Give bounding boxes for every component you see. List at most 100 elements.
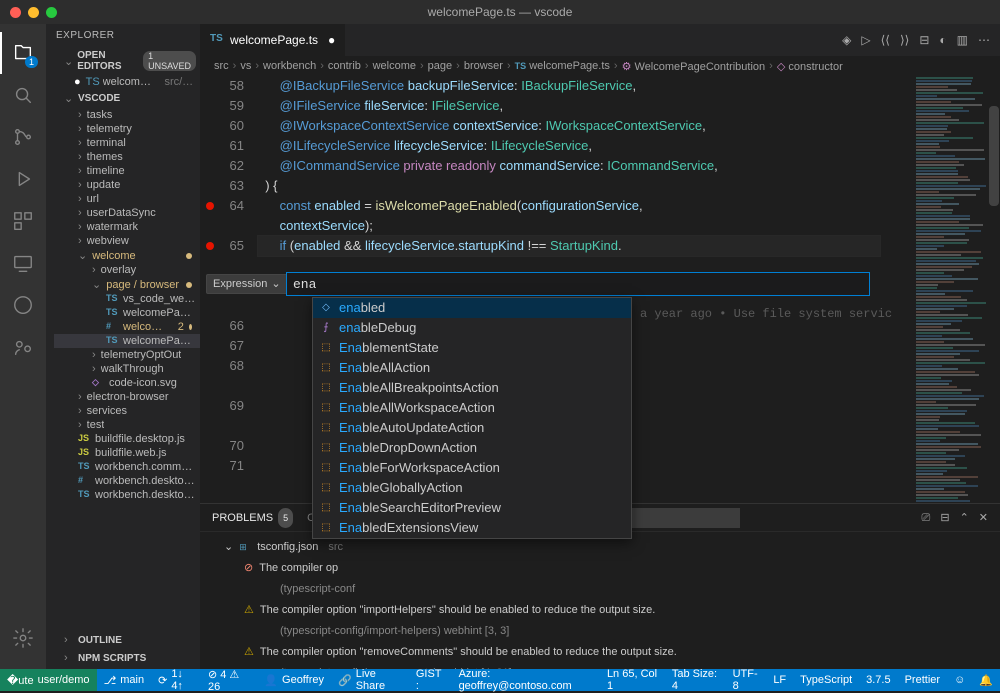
prettier-status[interactable]: Prettier bbox=[898, 669, 947, 691]
debug-expression-dropdown[interactable]: Expression ⌄ bbox=[206, 274, 288, 294]
folder-item[interactable]: update bbox=[54, 178, 200, 192]
close-window[interactable] bbox=[10, 7, 21, 18]
compare-icon[interactable]: ◈ bbox=[842, 33, 851, 47]
liveshare-status[interactable]: 🔗 Live Share bbox=[331, 669, 409, 691]
breadcrumb-item[interactable]: ◇ constructor bbox=[777, 60, 843, 73]
file-item[interactable]: TSwelcomePage.ts bbox=[54, 334, 200, 348]
file-item[interactable]: JSbuildfile.desktop.js bbox=[54, 432, 200, 446]
toggle-icon[interactable]: ◐ bbox=[939, 33, 946, 47]
folder-item[interactable]: welcome bbox=[54, 248, 200, 263]
zoom-window[interactable] bbox=[46, 7, 57, 18]
breadcrumb-item[interactable]: page bbox=[428, 60, 452, 72]
search-icon[interactable] bbox=[0, 74, 46, 116]
git-branch[interactable]: ⎇ main bbox=[97, 669, 152, 691]
problem-item[interactable]: ⚠The compiler option "removeComments" sh… bbox=[210, 641, 990, 662]
run-icon[interactable]: ▷ bbox=[861, 33, 870, 47]
problem-item[interactable]: ⊘The compiler op bbox=[210, 557, 990, 578]
breadcrumb-item[interactable]: welcome bbox=[373, 60, 416, 72]
folder-item[interactable]: telemetryOptOut bbox=[54, 348, 200, 362]
folder-item[interactable]: timeline bbox=[54, 164, 200, 178]
problems-file[interactable]: ⌄ ⊞ tsconfig.json src bbox=[210, 536, 990, 557]
ts-version[interactable]: 3.7.5 bbox=[859, 669, 897, 691]
extensions-icon[interactable] bbox=[0, 200, 46, 242]
filter-icon[interactable]: ⎚ bbox=[922, 508, 931, 528]
folder-item[interactable]: services bbox=[54, 404, 200, 418]
intellisense-item[interactable]: ⬚EnableAllBreakpointsAction bbox=[313, 378, 631, 398]
folder-item[interactable]: webview bbox=[54, 234, 200, 248]
liveshare-user[interactable]: 👤 Geoffrey bbox=[257, 669, 331, 691]
breadcrumb-item[interactable]: contrib bbox=[328, 60, 361, 72]
debug-expression-input[interactable] bbox=[286, 272, 870, 296]
intellisense-item[interactable]: ⬚EnableAutoUpdateAction bbox=[313, 418, 631, 438]
github-icon[interactable] bbox=[0, 284, 46, 326]
file-item[interactable]: #welcomePage.css2 bbox=[54, 320, 200, 334]
intellisense-item[interactable]: ⨍enableDebug bbox=[313, 318, 631, 338]
file-item[interactable]: TSworkbench.common.main… bbox=[54, 460, 200, 474]
folder-item[interactable]: electron-browser bbox=[54, 390, 200, 404]
maximize-panel-icon[interactable]: ⌃ bbox=[960, 508, 969, 528]
eol[interactable]: LF bbox=[766, 669, 793, 691]
open-editors-section[interactable]: OPEN EDITORS 1 UNSAVED bbox=[46, 47, 200, 75]
git-sync[interactable]: ⟳ 1↓ 4↑ bbox=[151, 669, 201, 691]
folder-item[interactable]: themes bbox=[54, 150, 200, 164]
source-control-icon[interactable] bbox=[0, 116, 46, 158]
intellisense-item[interactable]: ⬚EnableForWorkspaceAction bbox=[313, 458, 631, 478]
feedback-icon[interactable]: ☺ bbox=[947, 669, 972, 691]
file-item[interactable]: JSbuildfile.web.js bbox=[54, 446, 200, 460]
breadcrumb[interactable]: src›vs›workbench›contrib›welcome›page›br… bbox=[200, 56, 1000, 76]
remote-explorer-icon[interactable] bbox=[0, 242, 46, 284]
folder-item[interactable]: overlay bbox=[54, 263, 200, 277]
folder-item[interactable]: url bbox=[54, 192, 200, 206]
code-editor[interactable]: 5859606162636465666768697071 @IBackupFil… bbox=[200, 76, 1000, 669]
file-item[interactable]: TSwelcomePage.contri… bbox=[54, 306, 200, 320]
intellisense-item[interactable]: ⬚EnablementState bbox=[313, 338, 631, 358]
problems-status[interactable]: ⊘ 4 ⚠ 26 bbox=[201, 669, 257, 691]
breadcrumb-item[interactable]: ⚙ WelcomePageContribution bbox=[622, 60, 766, 73]
workspace-section[interactable]: VSCODE bbox=[46, 89, 200, 108]
folder-item[interactable]: page / browser bbox=[54, 277, 200, 292]
intellisense-item[interactable]: ⬚EnabledExtensionsView bbox=[313, 518, 631, 538]
breadcrumb-item[interactable]: vs bbox=[240, 60, 251, 72]
open-editor-item[interactable]: ● TS welcomePage.ts src/vs/w... bbox=[46, 75, 200, 89]
tab-welcomepage[interactable]: TS welcomePage.ts ● bbox=[200, 24, 346, 56]
close-panel-icon[interactable]: ✕ bbox=[979, 508, 988, 528]
split-left-icon[interactable]: ⟨⟨ bbox=[881, 33, 890, 47]
liveshare-icon[interactable] bbox=[0, 326, 46, 368]
panel-tab-problems[interactable]: PROBLEMS 5 bbox=[212, 508, 293, 528]
intellisense-item[interactable]: ⬚EnableDropDownAction bbox=[313, 438, 631, 458]
breadcrumb-item[interactable]: browser bbox=[464, 60, 503, 72]
file-item[interactable]: ◇code-icon.svg bbox=[54, 376, 200, 390]
notifications-icon[interactable]: 🔔 bbox=[972, 669, 1000, 691]
gist-status[interactable]: GIST : bbox=[409, 669, 452, 691]
minimize-window[interactable] bbox=[28, 7, 39, 18]
settings-gear-icon[interactable] bbox=[0, 617, 46, 659]
folder-item[interactable]: telemetry bbox=[54, 122, 200, 136]
intellisense-item[interactable]: ⬚EnableAllWorkspaceAction bbox=[313, 398, 631, 418]
outline-section[interactable]: OUTLINE bbox=[46, 631, 200, 649]
debug-icon[interactable] bbox=[0, 158, 46, 200]
intellisense-item[interactable]: ⬚EnableAllAction bbox=[313, 358, 631, 378]
folder-item[interactable]: test bbox=[54, 418, 200, 432]
split-editor-icon[interactable]: ▥ bbox=[957, 33, 968, 47]
cursor-position[interactable]: Ln 65, Col 1 bbox=[600, 669, 665, 691]
intellisense-item[interactable]: ⬚EnableGloballyAction bbox=[313, 478, 631, 498]
split-right-icon[interactable]: ⟩⟩ bbox=[900, 33, 909, 47]
npm-scripts-section[interactable]: NPM SCRIPTS bbox=[46, 649, 200, 667]
breadcrumb-item[interactable]: workbench bbox=[263, 60, 316, 72]
problem-item[interactable]: ⚠The compiler option "importHelpers" sho… bbox=[210, 599, 990, 620]
intellisense-item[interactable]: ◇enabled bbox=[313, 298, 631, 318]
scrollbar-thumb[interactable] bbox=[989, 106, 999, 206]
intellisense-popup[interactable]: ◇enabled⨍enableDebug⬚EnablementState⬚Ena… bbox=[312, 297, 632, 539]
folder-item[interactable]: userDataSync bbox=[54, 206, 200, 220]
encoding[interactable]: UTF-8 bbox=[726, 669, 767, 691]
more-actions-icon[interactable]: ⋯ bbox=[978, 33, 990, 47]
folder-item[interactable]: walkThrough bbox=[54, 362, 200, 376]
indentation[interactable]: Tab Size: 4 bbox=[665, 669, 726, 691]
azure-account[interactable]: Azure: geoffrey@contoso.com bbox=[452, 669, 600, 691]
folder-item[interactable]: tasks bbox=[54, 108, 200, 122]
folder-item[interactable]: terminal bbox=[54, 136, 200, 150]
folder-item[interactable]: watermark bbox=[54, 220, 200, 234]
intellisense-item[interactable]: ⬚EnableSearchEditorPreview bbox=[313, 498, 631, 518]
file-item[interactable]: TSworkbench.desktop.main… bbox=[54, 488, 200, 502]
file-item[interactable]: TSvs_code_welcome_pa… bbox=[54, 292, 200, 306]
